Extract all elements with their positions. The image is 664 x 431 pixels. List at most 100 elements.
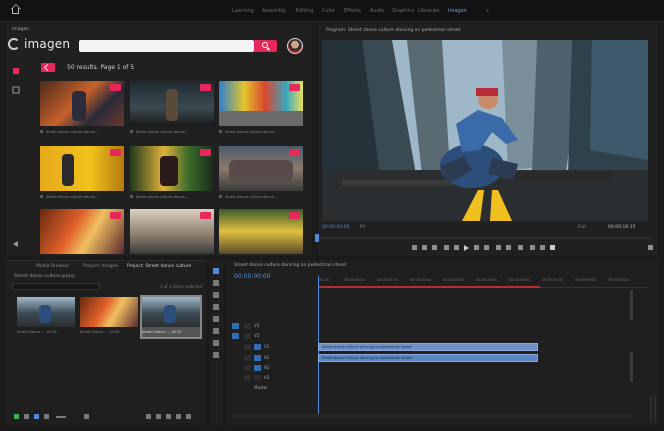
add-button-icon[interactable] bbox=[648, 245, 653, 250]
track-lock-icon[interactable] bbox=[244, 355, 251, 361]
track-lock-icon[interactable] bbox=[244, 375, 251, 381]
hand-tool-icon[interactable] bbox=[213, 340, 219, 346]
button-editor-icon[interactable] bbox=[550, 245, 555, 250]
more-workspaces-icon[interactable]: » bbox=[486, 8, 489, 14]
timeline-clip-audio[interactable]: Street dance culture dancing on pedestri… bbox=[318, 354, 538, 362]
plugin-tab[interactable]: Imagen bbox=[6, 24, 312, 34]
audio-track-scrollbar[interactable] bbox=[630, 352, 633, 382]
timeline-clip-video[interactable]: Street dance culture dancing on pedestri… bbox=[318, 343, 538, 351]
quality-select[interactable]: Full bbox=[578, 225, 586, 230]
zoom-select[interactable]: Fit bbox=[360, 225, 365, 230]
settings-icon[interactable] bbox=[12, 240, 20, 248]
thumbnail-card[interactable]: Street dance culture dance... bbox=[40, 81, 124, 143]
track-target-a2[interactable] bbox=[254, 365, 261, 371]
program-video-frame[interactable] bbox=[322, 40, 648, 221]
track-lock-icon[interactable] bbox=[244, 323, 251, 329]
search-button[interactable] bbox=[254, 40, 277, 52]
workspace-learning[interactable]: Learning bbox=[232, 8, 254, 14]
add-badge[interactable] bbox=[200, 212, 211, 219]
track-select-tool-icon[interactable] bbox=[213, 280, 219, 286]
type-tool-icon[interactable] bbox=[213, 352, 219, 358]
new-item-icon[interactable] bbox=[176, 414, 181, 419]
tab-project-imagen[interactable]: Project: Imagen bbox=[83, 264, 118, 269]
play-icon[interactable] bbox=[464, 245, 470, 251]
automate-icon[interactable] bbox=[146, 414, 151, 419]
source-patch-v2[interactable] bbox=[232, 333, 239, 339]
favorites-icon[interactable] bbox=[12, 67, 20, 75]
tab-media-browser[interactable]: Media Browser bbox=[36, 264, 69, 269]
project-clip-selected[interactable]: Street Dance ... 16:15 bbox=[140, 295, 202, 339]
pen-tool-icon[interactable] bbox=[213, 328, 219, 334]
track-lock-icon[interactable] bbox=[244, 333, 251, 339]
vr-icon[interactable] bbox=[540, 245, 545, 250]
workspace-effects[interactable]: Effects bbox=[344, 8, 361, 14]
program-title[interactable]: Program: Street dance culture dancing on… bbox=[326, 28, 460, 33]
add-badge[interactable] bbox=[110, 84, 121, 91]
workspace-editing[interactable]: Editing bbox=[296, 8, 313, 14]
thumbnail-card[interactable]: Street dance culture dance... bbox=[130, 146, 214, 208]
add-badge[interactable] bbox=[289, 84, 300, 91]
library-icon[interactable] bbox=[12, 86, 20, 94]
project-search-input[interactable] bbox=[12, 283, 100, 290]
zoom-slider[interactable] bbox=[56, 416, 66, 418]
workspace-libraries[interactable]: Libraries bbox=[418, 8, 440, 14]
razor-tool-icon[interactable] bbox=[213, 304, 219, 310]
workspace-imagen[interactable]: Imagen bbox=[448, 8, 467, 14]
step-back-icon[interactable] bbox=[454, 245, 459, 250]
new-bin-icon[interactable] bbox=[166, 414, 171, 419]
project-clip[interactable]: Street Dance ... 10:00 bbox=[80, 297, 138, 337]
mark-out-icon[interactable] bbox=[432, 245, 437, 250]
icon-view-icon[interactable] bbox=[34, 414, 39, 419]
go-to-out-icon[interactable] bbox=[484, 245, 489, 250]
sort-icon[interactable] bbox=[84, 414, 89, 419]
thumbnail-card[interactable] bbox=[40, 209, 124, 256]
track-lock-icon[interactable] bbox=[244, 344, 251, 350]
track-target-a1[interactable] bbox=[254, 355, 261, 361]
marker-icon[interactable] bbox=[412, 245, 417, 250]
add-badge[interactable] bbox=[289, 212, 300, 219]
workspace-audio[interactable]: Audio bbox=[370, 8, 384, 14]
thumbnail-card[interactable]: Street dance culture dance... bbox=[130, 81, 214, 143]
search-input[interactable] bbox=[79, 40, 254, 52]
home-icon[interactable] bbox=[12, 8, 19, 14]
tab-project-street-dance[interactable]: Project: Street dance culture bbox=[127, 264, 191, 269]
timeline-horizontal-scrollbar[interactable] bbox=[232, 414, 632, 418]
add-badge[interactable] bbox=[289, 149, 300, 156]
source-patch-v3[interactable] bbox=[232, 323, 239, 329]
timeline-timecode[interactable]: 00:00:00:00 bbox=[234, 273, 271, 280]
step-forward-icon[interactable] bbox=[474, 245, 479, 250]
thumbnail-card[interactable]: Street dance culture dance... bbox=[219, 81, 303, 143]
scrubber-playhead[interactable] bbox=[315, 234, 319, 242]
add-badge[interactable] bbox=[110, 212, 121, 219]
thumbnail-card[interactable] bbox=[219, 209, 303, 256]
go-to-in-icon[interactable] bbox=[444, 245, 449, 250]
add-badge[interactable] bbox=[200, 149, 211, 156]
extract-icon[interactable] bbox=[506, 245, 511, 250]
program-timecode[interactable]: 00:00:00:00 bbox=[322, 225, 349, 230]
workspace-graphics[interactable]: Graphics bbox=[392, 8, 414, 14]
freeform-view-icon[interactable] bbox=[44, 414, 49, 419]
track-target-v1[interactable] bbox=[254, 344, 261, 350]
add-badge[interactable] bbox=[110, 149, 121, 156]
find-icon[interactable] bbox=[156, 414, 161, 419]
program-scrubber[interactable] bbox=[315, 234, 652, 242]
comparison-view-icon[interactable] bbox=[530, 245, 535, 250]
trash-icon[interactable] bbox=[186, 414, 191, 419]
video-track-scrollbar[interactable] bbox=[630, 290, 633, 320]
add-badge[interactable] bbox=[200, 84, 211, 91]
project-clip[interactable]: Street Dance ... 16:15 bbox=[17, 297, 75, 337]
track-lock-icon[interactable] bbox=[244, 365, 251, 371]
ripple-edit-tool-icon[interactable] bbox=[213, 292, 219, 298]
workspace-color[interactable]: Color bbox=[322, 8, 335, 14]
sequence-tab[interactable]: Street dance culture dancing on pedestri… bbox=[234, 263, 346, 268]
thumbnail-card[interactable]: Street dance culture dance... bbox=[219, 146, 303, 208]
thumbnail-card[interactable]: Street dance culture dance... bbox=[40, 146, 124, 208]
slip-tool-icon[interactable] bbox=[213, 316, 219, 322]
avatar[interactable] bbox=[287, 38, 303, 54]
lift-icon[interactable] bbox=[496, 245, 501, 250]
workspace-assembly[interactable]: Assembly bbox=[262, 8, 286, 14]
thumbnail-card[interactable] bbox=[130, 209, 214, 256]
mark-in-icon[interactable] bbox=[422, 245, 427, 250]
list-view-icon[interactable] bbox=[24, 414, 29, 419]
back-button[interactable] bbox=[41, 63, 55, 72]
